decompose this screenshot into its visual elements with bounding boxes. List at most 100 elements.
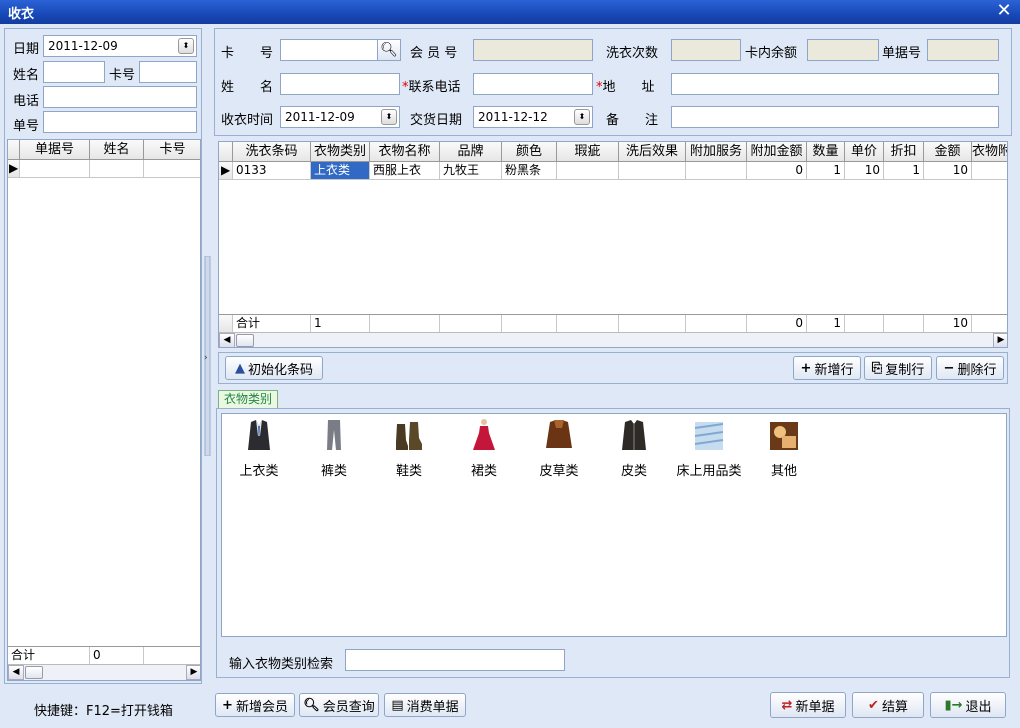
exit-button[interactable]: ▮→ 退出 <box>930 692 1006 718</box>
cell-discount[interactable]: 1 <box>884 162 924 179</box>
category-item-skirts[interactable]: 裙类 <box>447 418 521 479</box>
date-label: 日期 <box>13 42 40 57</box>
cell-color[interactable]: 粉黑条 <box>502 162 557 179</box>
add-member-button[interactable]: + 新增会员 <box>215 693 295 717</box>
order-list-footer: 合计 0 <box>8 646 200 664</box>
phone-input[interactable] <box>43 86 197 108</box>
horizontal-scrollbar[interactable]: ◀ ▶ <box>219 332 1007 347</box>
checkout-button[interactable]: ✔ 结算 <box>852 692 924 718</box>
delivery-date-picker[interactable]: 2011-12-12 ⬍ <box>473 106 593 128</box>
receive-time-picker[interactable]: 2011-12-09 ⬍ <box>280 106 400 128</box>
category-item-other[interactable]: 其他 <box>747 418 821 479</box>
col-header[interactable]: 衣物附 <box>972 142 1007 161</box>
name-input[interactable] <box>43 61 105 83</box>
items-grid-footer: 合计 1 0 1 10 <box>219 314 1007 332</box>
category-item-shoes[interactable]: 鞋类 <box>372 418 446 479</box>
horizontal-scrollbar[interactable]: ◀ ▶ <box>8 664 200 680</box>
col-header[interactable]: 数量 <box>807 142 845 161</box>
tab-category[interactable]: 衣物类别 <box>218 390 279 408</box>
col-header[interactable]: 附加金额 <box>747 142 807 161</box>
splitter-handle[interactable]: › <box>203 255 212 457</box>
col-header[interactable]: 品牌 <box>440 142 502 161</box>
cell-extra[interactable] <box>972 162 1007 179</box>
cell-extra-amount[interactable]: 0 <box>747 162 807 179</box>
category-item-fur[interactable]: 皮草类 <box>522 418 596 479</box>
col-header[interactable]: 金额 <box>924 142 972 161</box>
items-grid[interactable]: 洗衣条码 衣物类别 衣物名称 品牌 颜色 瑕疵 洗后效果 附加服务 附加金额 数… <box>218 141 1008 348</box>
remark-input[interactable] <box>671 106 999 128</box>
wash-count-field <box>671 39 741 61</box>
phone-label: 电话 <box>13 94 40 109</box>
total-label: 合计 <box>8 647 90 664</box>
document-icon: ▤ <box>391 697 404 713</box>
init-barcode-button[interactable]: ▲ 初始化条码 <box>225 356 323 380</box>
copy-row-button[interactable]: ⎘ 复制行 <box>864 356 932 380</box>
col-header[interactable]: 单价 <box>845 142 884 161</box>
remark-label: 备 注 <box>606 113 659 128</box>
pants-icon <box>327 420 341 450</box>
spin-icon[interactable]: ⬍ <box>574 109 590 125</box>
cell-unit-price[interactable]: 10 <box>845 162 884 179</box>
cell-quantity[interactable]: 1 <box>807 162 845 179</box>
svg-text:›: › <box>204 353 208 363</box>
table-row[interactable]: ▶ <box>8 160 200 178</box>
cell-effect[interactable] <box>619 162 686 179</box>
address-input[interactable] <box>671 73 999 95</box>
scroll-right-icon[interactable]: ▶ <box>186 665 200 680</box>
cell-defect[interactable] <box>557 162 619 179</box>
category-item-pants[interactable]: 裤类 <box>297 418 371 479</box>
scroll-left-icon[interactable]: ◀ <box>8 665 24 680</box>
table-row[interactable]: ▶ 0133 上衣类 西服上衣 九牧王 粉黑条 0 1 10 1 10 <box>219 162 1007 180</box>
col-header[interactable]: 颜色 <box>502 142 557 161</box>
cell-brand[interactable]: 九牧王 <box>440 162 502 179</box>
category-item-tops[interactable]: 上衣类 <box>222 418 296 479</box>
card-no-input[interactable] <box>280 39 378 61</box>
leather-jacket-icon <box>622 420 646 450</box>
bill-no-field <box>927 39 999 61</box>
category-item-bedding[interactable]: 床上用品类 <box>672 418 746 479</box>
order-list-grid[interactable]: 单据号 姓名 卡号 ▶ 合计 0 ◀ ▶ <box>7 139 201 681</box>
cell-amount[interactable]: 10 <box>924 162 972 179</box>
col-header[interactable]: 折扣 <box>884 142 924 161</box>
new-bill-button[interactable]: ⇄ 新单据 <box>770 692 846 718</box>
category-search-input[interactable] <box>345 649 565 671</box>
cell-category[interactable]: 上衣类 <box>311 162 370 179</box>
cell-item-name[interactable]: 西服上衣 <box>370 162 440 179</box>
scroll-right-icon[interactable]: ▶ <box>993 333 1007 347</box>
items-grid-header: 洗衣条码 衣物类别 衣物名称 品牌 颜色 瑕疵 洗后效果 附加服务 附加金额 数… <box>219 142 1007 162</box>
balance-field <box>807 39 879 61</box>
col-header[interactable]: 姓名 <box>90 140 144 159</box>
delivery-date-label: 交货日期 <box>410 113 463 128</box>
member-query-button[interactable]: 🔍︎ 会员查询 <box>299 693 379 717</box>
cell-extra-service[interactable] <box>686 162 747 179</box>
scroll-thumb[interactable] <box>236 334 254 347</box>
col-header[interactable]: 衣物类别 <box>311 142 370 161</box>
spin-icon[interactable]: ⬍ <box>178 38 194 54</box>
order-list-header: 单据号 姓名 卡号 <box>8 140 200 160</box>
name-input[interactable] <box>280 73 400 95</box>
col-header[interactable]: 卡号 <box>144 140 200 159</box>
col-header[interactable]: 附加服务 <box>686 142 747 161</box>
col-header[interactable]: 洗衣条码 <box>233 142 311 161</box>
add-row-button[interactable]: + 新增行 <box>793 356 861 380</box>
footer-amount: 10 <box>924 315 972 332</box>
cell-barcode[interactable]: 0133 <box>233 162 311 179</box>
name-label: 姓名 <box>13 68 40 83</box>
scroll-thumb[interactable] <box>25 666 43 679</box>
col-header[interactable]: 衣物名称 <box>370 142 440 161</box>
col-header[interactable]: 洗后效果 <box>619 142 686 161</box>
col-header[interactable]: 瑕疵 <box>557 142 619 161</box>
scroll-left-icon[interactable]: ◀ <box>219 333 235 347</box>
category-item-leather[interactable]: 皮类 <box>597 418 671 479</box>
consume-bill-button[interactable]: ▤ 消费单据 <box>384 693 466 717</box>
search-icon[interactable]: 🔍︎ <box>377 39 401 61</box>
close-icon[interactable]: ✕ <box>994 1 1014 21</box>
date-picker[interactable]: 2011-12-09 ⬍ <box>43 35 197 57</box>
order-input[interactable] <box>43 111 197 133</box>
dress-icon <box>473 419 495 450</box>
card-input[interactable] <box>139 61 197 83</box>
delete-row-button[interactable]: − 删除行 <box>936 356 1004 380</box>
col-header[interactable]: 单据号 <box>20 140 90 159</box>
spin-icon[interactable]: ⬍ <box>381 109 397 125</box>
contact-phone-input[interactable] <box>473 73 593 95</box>
